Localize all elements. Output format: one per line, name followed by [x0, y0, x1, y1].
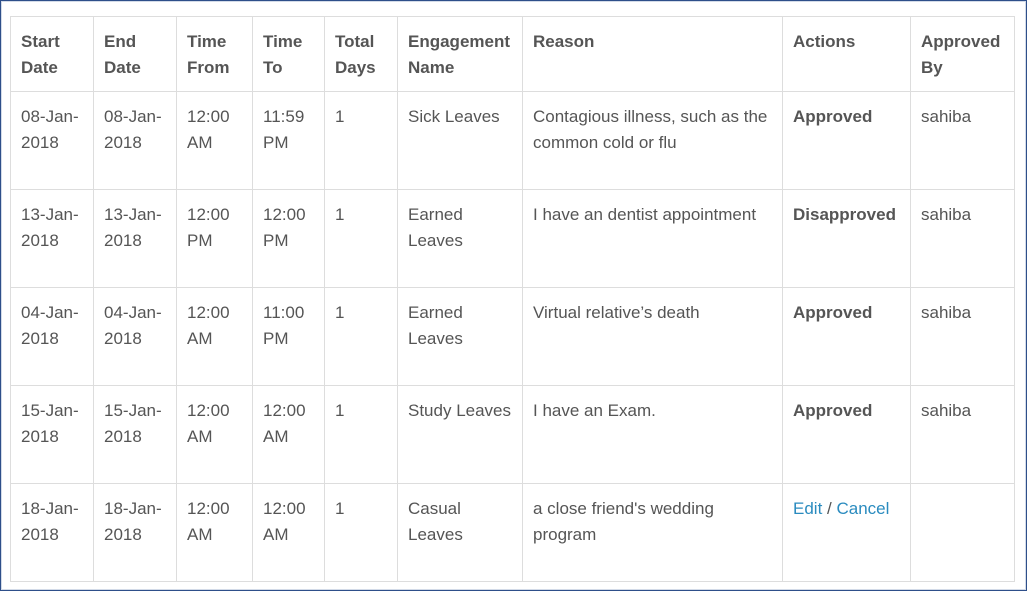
status-approved: Approved: [782, 385, 911, 484]
cell-reason: Contagious illness, such as the common c…: [522, 91, 783, 190]
header-reason: Reason: [522, 16, 783, 92]
cell-total-days: 1: [324, 385, 398, 484]
cell-end-date: 15-Jan-2018: [93, 385, 177, 484]
table-row: 08-Jan-2018 08-Jan-2018 12:00 AM 11:59 P…: [10, 91, 1015, 190]
cell-time-from: 12:00 AM: [176, 91, 253, 190]
cell-time-from: 12:00 PM: [176, 189, 253, 288]
cell-time-to: 11:59 PM: [252, 91, 325, 190]
table-row: 15-Jan-2018 15-Jan-2018 12:00 AM 12:00 A…: [10, 385, 1015, 484]
cell-approved-by: sahiba: [910, 91, 1015, 190]
header-approved-by: Approved By: [910, 16, 1015, 92]
cell-approved-by: [910, 483, 1015, 582]
cell-approved-by: sahiba: [910, 189, 1015, 288]
header-end-date: End Date: [93, 16, 177, 92]
cell-end-date: 18-Jan-2018: [93, 483, 177, 582]
cell-start-date: 04-Jan-2018: [10, 287, 94, 386]
cell-start-date: 18-Jan-2018: [10, 483, 94, 582]
cell-time-to: 12:00 AM: [252, 385, 325, 484]
cell-start-date: 08-Jan-2018: [10, 91, 94, 190]
header-time-from: Time From: [176, 16, 253, 92]
header-time-to: Time To: [252, 16, 325, 92]
cell-reason: Virtual relative’s death: [522, 287, 783, 386]
header-start-date: Start Date: [10, 16, 94, 92]
header-total-days: Total Days: [324, 16, 398, 92]
table-header: Start Date End Date Time From Time To To…: [10, 16, 1015, 92]
status-approved: Approved: [782, 91, 911, 190]
table-row: 13-Jan-2018 13-Jan-2018 12:00 PM 12:00 P…: [10, 189, 1015, 288]
cell-engagement-name: Casual Leaves: [397, 483, 523, 582]
cell-total-days: 1: [324, 189, 398, 288]
edit-link[interactable]: Edit: [793, 499, 822, 518]
cell-total-days: 1: [324, 91, 398, 190]
cell-time-to: 12:00 AM: [252, 483, 325, 582]
header-actions: Actions: [782, 16, 911, 92]
cell-approved-by: sahiba: [910, 287, 1015, 386]
cell-approved-by: sahiba: [910, 385, 1015, 484]
cell-time-from: 12:00 AM: [176, 287, 253, 386]
status-approved: Approved: [782, 287, 911, 386]
cell-total-days: 1: [324, 483, 398, 582]
cell-end-date: 08-Jan-2018: [93, 91, 177, 190]
cell-time-to: 12:00 PM: [252, 189, 325, 288]
cell-time-from: 12:00 AM: [176, 483, 253, 582]
cell-start-date: 15-Jan-2018: [10, 385, 94, 484]
cell-reason: a close friend's wedding program: [522, 483, 783, 582]
header-row: Start Date End Date Time From Time To To…: [10, 16, 1015, 92]
cell-engagement-name: Earned Leaves: [397, 189, 523, 288]
cell-engagement-name: Sick Leaves: [397, 91, 523, 190]
table-row: 18-Jan-2018 18-Jan-2018 12:00 AM 12:00 A…: [10, 483, 1015, 582]
header-engagement-name: Engagement Name: [397, 16, 523, 92]
table-body: 08-Jan-2018 08-Jan-2018 12:00 AM 11:59 P…: [10, 91, 1015, 582]
cell-time-to: 11:00 PM: [252, 287, 325, 386]
cell-end-date: 04-Jan-2018: [93, 287, 177, 386]
cancel-link[interactable]: Cancel: [837, 499, 890, 518]
cell-actions: Edit / Cancel: [782, 483, 911, 582]
cell-start-date: 13-Jan-2018: [10, 189, 94, 288]
cell-total-days: 1: [324, 287, 398, 386]
cell-end-date: 13-Jan-2018: [93, 189, 177, 288]
cell-engagement-name: Study Leaves: [397, 385, 523, 484]
cell-time-from: 12:00 AM: [176, 385, 253, 484]
leave-requests-table: Start Date End Date Time From Time To To…: [10, 16, 1015, 582]
cell-reason: I have an dentist appointment: [522, 189, 783, 288]
cell-engagement-name: Earned Leaves: [397, 287, 523, 386]
table-row: 04-Jan-2018 04-Jan-2018 12:00 AM 11:00 P…: [10, 287, 1015, 386]
cell-reason: I have an Exam.: [522, 385, 783, 484]
action-separator: /: [827, 499, 832, 518]
status-disapproved: Disapproved: [782, 189, 911, 288]
